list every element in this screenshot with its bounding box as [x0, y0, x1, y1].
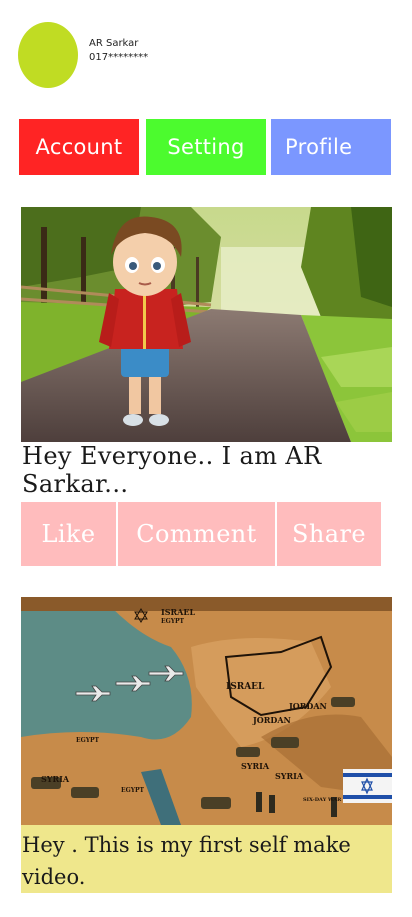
user-phone: 017********	[89, 52, 149, 63]
svg-text:ISRAEL: ISRAEL	[226, 682, 265, 692]
svg-text:SIX-DAY WAR: SIX-DAY WAR	[303, 797, 342, 803]
user-name: AR Sarkar	[89, 38, 139, 49]
cartoon-boy-illustration	[21, 207, 392, 442]
post-caption: Hey . This is my first self make video.	[21, 825, 392, 893]
svg-text:EGYPT: EGYPT	[121, 787, 144, 794]
account-button[interactable]: Account	[19, 119, 139, 175]
share-button[interactable]: Share	[277, 502, 381, 566]
post-image-cartoon-boy	[21, 207, 392, 442]
svg-text:EGYPT: EGYPT	[161, 618, 184, 625]
avatar[interactable]	[18, 22, 78, 88]
like-button[interactable]: Like	[21, 502, 116, 566]
svg-text:ISRAEL: ISRAEL	[161, 607, 195, 617]
post-image-war-map: ISRAEL EGYPT ISRAEL JORDAN JORDAN SYRIA …	[21, 597, 392, 825]
svg-text:SYRIA: SYRIA	[41, 774, 70, 784]
svg-text:SYRIA: SYRIA	[241, 761, 270, 771]
svg-text:SYRIA: SYRIA	[275, 771, 304, 781]
setting-button[interactable]: Setting	[146, 119, 266, 175]
svg-text:JORDAN: JORDAN	[288, 701, 327, 711]
profile-header: AR Sarkar 017********	[18, 22, 398, 88]
svg-text:JORDAN: JORDAN	[252, 715, 291, 725]
svg-text:EGYPT: EGYPT	[76, 737, 99, 744]
war-map-illustration: ISRAEL EGYPT ISRAEL JORDAN JORDAN SYRIA …	[21, 597, 392, 825]
profile-button[interactable]: Profile	[271, 119, 391, 175]
comment-button[interactable]: Comment	[118, 502, 275, 566]
post-caption: Hey Everyone.. I am AR Sarkar...	[22, 442, 322, 498]
